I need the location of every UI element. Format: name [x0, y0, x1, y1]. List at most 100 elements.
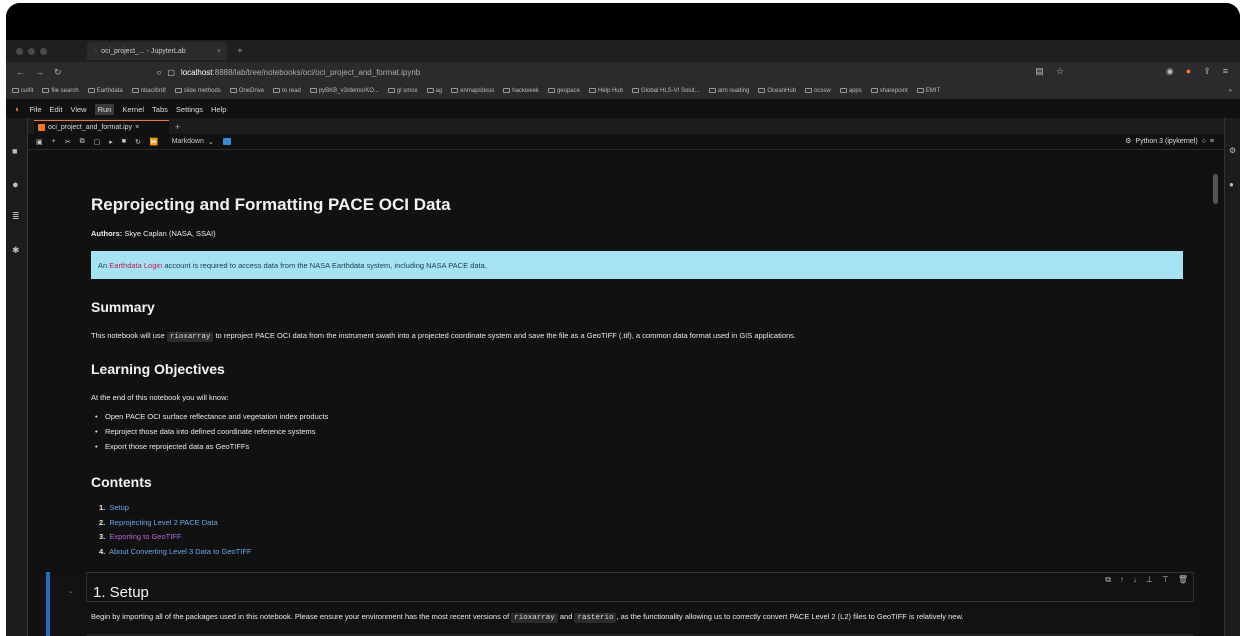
- tab-close-icon[interactable]: ×: [217, 48, 221, 55]
- bookmark-item[interactable]: pyBKB_v3/demo/KO...: [309, 87, 379, 94]
- bookmark-star-icon[interactable]: ☆: [1056, 66, 1064, 77]
- bookmark-item[interactable]: apps: [839, 88, 862, 94]
- menu-kernel[interactable]: Kernel: [122, 105, 144, 114]
- cell-collapser[interactable]: [46, 572, 50, 636]
- address-bar-row: ← → ↻ ○ ▢ localhost:8888/lab/tree/notebo…: [6, 62, 1240, 82]
- bookmark-item[interactable]: Earthdata: [87, 88, 123, 94]
- forward-icon[interactable]: →: [35, 67, 44, 77]
- scrollbar[interactable]: [1213, 174, 1218, 204]
- restart-icon[interactable]: ↻: [135, 138, 141, 146]
- menu-tabs[interactable]: Tabs: [152, 105, 168, 114]
- folder-icon[interactable]: ■: [12, 146, 17, 156]
- document-tab-row: oci_project_and_format.ipy × +: [28, 118, 1224, 134]
- left-sidebar: ■ ● ≣ ✱: [6, 118, 28, 636]
- insert-cell-icon[interactable]: +: [52, 138, 56, 145]
- share-icon[interactable]: ⇪: [1203, 66, 1211, 77]
- paste-icon[interactable]: ▢: [94, 138, 101, 146]
- bookmark-item[interactable]: EMIT: [916, 88, 940, 94]
- browser-tab[interactable]: ◌ oci_project_... - JupyterLab ×: [87, 42, 227, 60]
- active-cell[interactable]: ⌄ 1. Setup ⧉ ↑ ↓ ⊥ ⊤ 🗑 Begin by importin…: [38, 572, 1204, 636]
- menu-edit[interactable]: Edit: [50, 105, 63, 114]
- toc-link-exporting[interactable]: Exporting to GeoTIFF: [109, 532, 181, 541]
- bookmark-item[interactable]: Global HLS-VI Solut...: [631, 88, 700, 94]
- copy-icon[interactable]: ⧉: [80, 138, 85, 146]
- debugger-icon[interactable]: ●: [1229, 180, 1234, 189]
- summary-code: rioxarray: [166, 332, 214, 342]
- list-item: Open PACE OCI surface reflectance and ve…: [91, 412, 328, 427]
- bookmark-item[interactable]: gl smce: [387, 88, 418, 94]
- extension-icon[interactable]: ●: [1186, 66, 1191, 77]
- bookmark-item[interactable]: ag: [426, 88, 442, 94]
- address-bar-actions: ▤ ☆ ◉ ● ⇪ ≡: [1035, 66, 1228, 77]
- toc-link-level3[interactable]: About Converting Level 3 Data to GeoTIFF: [109, 547, 252, 556]
- menu-run[interactable]: Run: [94, 103, 115, 115]
- run-all-icon[interactable]: ⏩: [150, 138, 159, 146]
- menu-help[interactable]: Help: [211, 105, 226, 114]
- folder-icon: [131, 88, 139, 93]
- summary-heading: Summary: [91, 299, 155, 315]
- bookmark-item[interactable]: isofit: [12, 88, 33, 94]
- insert-below-icon[interactable]: ⊤: [1162, 575, 1169, 585]
- bookmarks-overflow-icon[interactable]: »: [1229, 88, 1240, 94]
- browser-titlebar: ◌ oci_project_... - JupyterLab × +: [6, 40, 1240, 62]
- notebook-tab-close-icon[interactable]: ×: [135, 124, 139, 131]
- bookmark-item[interactable]: atm reading: [708, 88, 749, 94]
- toc-num: 2.: [99, 517, 106, 527]
- toc-link-setup[interactable]: Setup: [109, 503, 129, 512]
- bookmark-item[interactable]: ocssw: [805, 88, 831, 94]
- menu-icon[interactable]: ≡: [1223, 66, 1228, 77]
- bookmark-label: geopace: [556, 87, 580, 94]
- bookmark-item[interactable]: slide methods: [174, 88, 221, 94]
- notebook-tab[interactable]: oci_project_and_format.ipy ×: [34, 120, 169, 134]
- menu-view[interactable]: View: [70, 105, 86, 114]
- bookmark-item[interactable]: file search: [42, 88, 79, 94]
- bookmark-label: pyBKB_v3/demo/KO...: [318, 87, 379, 94]
- toc-icon[interactable]: ≣: [12, 211, 20, 222]
- code-toggle-icon[interactable]: [222, 138, 231, 145]
- menu-file[interactable]: File: [29, 105, 41, 114]
- bookmark-item[interactable]: OneDrive: [229, 88, 264, 94]
- bookmark-item[interactable]: OceanHub: [758, 88, 796, 94]
- stop-icon[interactable]: ■: [122, 138, 126, 145]
- jupyter-logo-icon: ◖: [14, 104, 20, 114]
- bookmark-label: ocssw: [814, 87, 831, 94]
- toc-link-reprojecting[interactable]: Reprojecting Level 2 PACE Data: [109, 518, 217, 527]
- move-up-icon[interactable]: ↑: [1120, 575, 1124, 585]
- cut-icon[interactable]: ✂: [65, 138, 71, 146]
- bookmark-item[interactable]: sharepoint: [870, 88, 908, 94]
- bookmark-item[interactable]: Help Hub: [588, 88, 623, 94]
- folder-icon: [309, 88, 317, 93]
- kernel-indicator[interactable]: ⚙ Python 3 (ipykernel) ○ ≡: [1125, 137, 1214, 146]
- setup-code-rioxarray: rioxarray: [511, 613, 558, 623]
- new-launcher-button[interactable]: +: [175, 122, 180, 132]
- kernel-menu-icon: ≡: [1209, 137, 1214, 145]
- earthdata-login-link[interactable]: Earthdata Login: [109, 261, 162, 270]
- collapse-chevron-icon[interactable]: ⌄: [68, 587, 74, 595]
- move-down-icon[interactable]: ↓: [1133, 575, 1137, 585]
- kernel-gear-icon: ⚙: [1125, 138, 1132, 145]
- cell-type-select[interactable]: Markdown ⌄: [172, 138, 214, 146]
- reader-icon[interactable]: ▤: [1035, 66, 1044, 77]
- bookmark-item[interactable]: geopace: [547, 87, 580, 94]
- duplicate-cell-icon[interactable]: ⧉: [1105, 575, 1111, 585]
- run-icon[interactable]: ▸: [109, 138, 113, 146]
- bookmark-item[interactable]: enmap/desis: [451, 88, 494, 94]
- reload-icon[interactable]: ↻: [54, 67, 62, 78]
- save-icon[interactable]: ▣: [36, 138, 43, 146]
- bookmark-item[interactable]: to read: [273, 88, 301, 94]
- delete-cell-icon[interactable]: 🗑: [1178, 575, 1188, 585]
- window-controls[interactable]: [16, 47, 47, 55]
- toc-item: 1. Setup: [91, 503, 252, 518]
- insert-above-icon[interactable]: ⊥: [1146, 575, 1153, 585]
- property-inspector-icon[interactable]: ⚙: [1229, 146, 1236, 155]
- list-item: Export those reprojected data as GeoTIFF…: [91, 442, 328, 457]
- bookmark-item[interactable]: nbac/brdf: [131, 88, 166, 94]
- back-icon[interactable]: ←: [16, 67, 25, 77]
- account-icon[interactable]: ◉: [1166, 66, 1174, 77]
- url-field[interactable]: ○ ▢ localhost:8888/lab/tree/notebooks/oc…: [157, 68, 421, 77]
- extensions-icon[interactable]: ✱: [12, 245, 20, 256]
- new-tab-button[interactable]: +: [237, 46, 243, 57]
- bookmark-item[interactable]: hackweek: [503, 88, 539, 94]
- menu-settings[interactable]: Settings: [176, 105, 203, 114]
- running-icon[interactable]: ●: [12, 179, 19, 191]
